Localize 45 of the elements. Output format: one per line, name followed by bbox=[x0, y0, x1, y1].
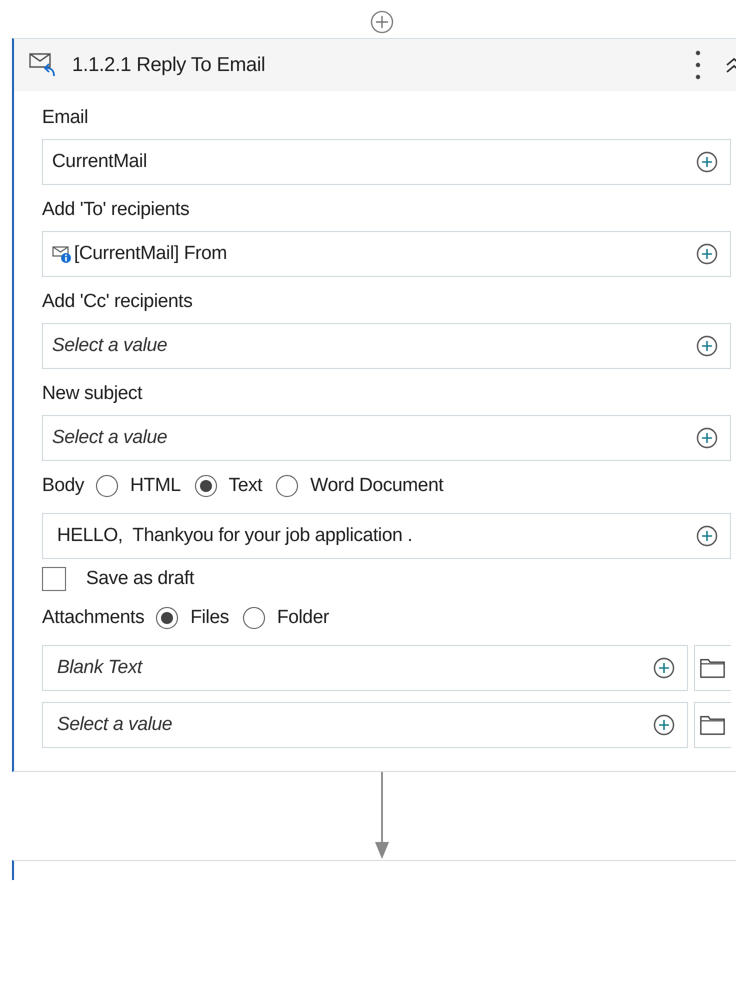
more-icon[interactable] bbox=[695, 50, 701, 80]
field-label: Add 'Cc' recipients bbox=[42, 291, 192, 313]
field-value: [CurrentMail] From bbox=[74, 243, 227, 265]
add-icon[interactable] bbox=[696, 243, 718, 265]
placeholder-text: Select a value bbox=[52, 427, 168, 449]
field-value: CurrentMail bbox=[52, 151, 147, 173]
input-field[interactable]: Select a value bbox=[42, 702, 688, 748]
radio-button[interactable] bbox=[242, 607, 265, 629]
add-icon[interactable] bbox=[696, 427, 718, 449]
radio-button[interactable] bbox=[276, 475, 298, 497]
add-icon[interactable] bbox=[696, 335, 718, 357]
input-field[interactable]: Select a value bbox=[42, 415, 731, 461]
field-label: Attachments bbox=[42, 607, 144, 629]
add-icon[interactable] bbox=[370, 10, 394, 34]
radio-button[interactable] bbox=[194, 475, 217, 497]
radio-label: HTML bbox=[130, 475, 181, 497]
checkbox[interactable] bbox=[42, 567, 66, 591]
radio-label: Folder bbox=[276, 607, 329, 629]
field-label: Add 'To' recipients bbox=[42, 199, 190, 221]
placeholder-text: Blank Text bbox=[57, 657, 142, 679]
field-label: New subject bbox=[42, 383, 142, 405]
radio-button[interactable] bbox=[96, 475, 118, 497]
field-label: Email bbox=[42, 107, 88, 129]
input-field[interactable]: Blank Text bbox=[42, 645, 688, 691]
placeholder-text: Select a value bbox=[52, 335, 168, 357]
mail-reply-icon bbox=[28, 51, 58, 79]
placeholder-text: Select a value bbox=[57, 714, 172, 736]
input-field[interactable]: CurrentMail bbox=[42, 139, 731, 185]
checkbox-label: Save as draft bbox=[86, 568, 194, 590]
add-icon[interactable] bbox=[653, 714, 675, 736]
browse-button[interactable] bbox=[694, 702, 731, 748]
add-icon[interactable] bbox=[696, 151, 718, 173]
input-field[interactable]: Select a value bbox=[42, 323, 731, 369]
input-field[interactable]: [CurrentMail] From bbox=[42, 231, 731, 277]
input-field[interactable]: HELLO, Thankyou for your job application . bbox=[42, 513, 731, 559]
field-value: HELLO, Thankyou for your job application . bbox=[57, 525, 412, 547]
field-label: Body bbox=[42, 475, 84, 497]
radio-label: Files bbox=[190, 607, 229, 629]
radio-label: Text bbox=[228, 475, 262, 497]
add-icon[interactable] bbox=[696, 525, 718, 547]
activity-title: 1.1.2.1 Reply To Email bbox=[72, 54, 266, 76]
radio-label: Word Document bbox=[310, 475, 444, 497]
browse-button[interactable] bbox=[694, 645, 731, 691]
add-icon[interactable] bbox=[653, 657, 675, 679]
radio-button[interactable] bbox=[156, 607, 178, 629]
